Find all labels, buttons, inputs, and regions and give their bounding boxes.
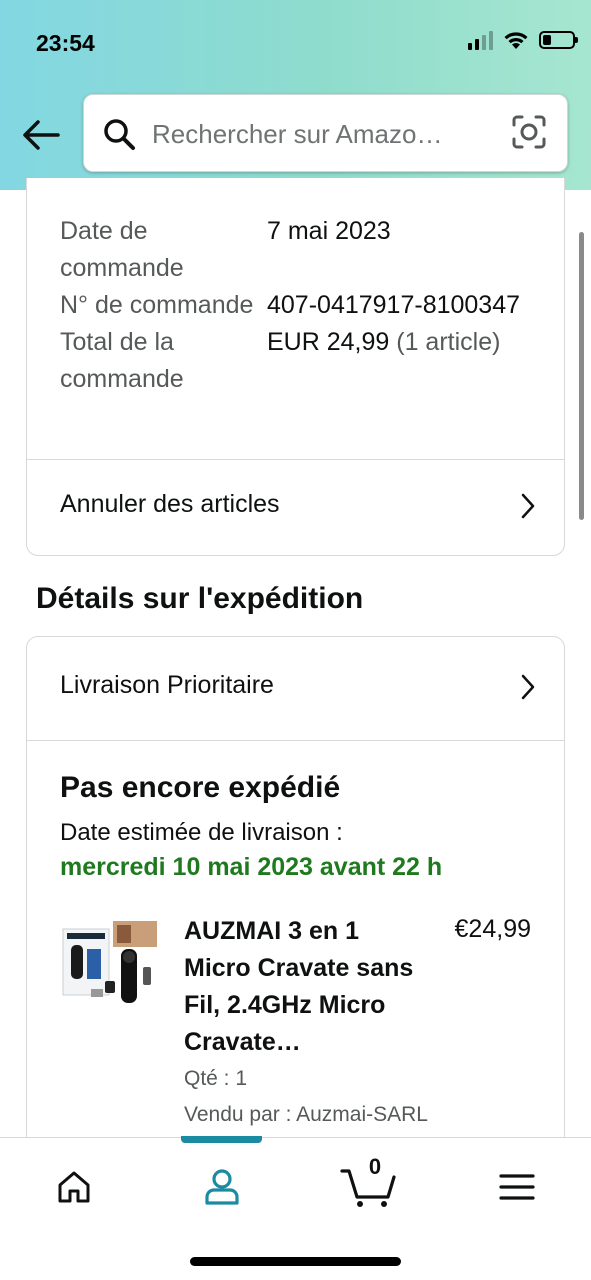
order-total-label: Total de la commande <box>60 328 184 393</box>
hamburger-menu-icon <box>499 1174 535 1200</box>
home-icon <box>58 1171 90 1203</box>
active-tab-indicator <box>181 1136 262 1143</box>
header: 23:54 Rechercher sur Amazo… <box>0 0 591 190</box>
product-title[interactable]: AUZMAI 3 en 1 Micro Cravate sans Fil, 2.… <box>184 913 414 1061</box>
shipping-method-label: Livraison Prioritaire <box>60 671 274 699</box>
tab-cart[interactable]: 0 <box>338 1154 400 1212</box>
order-number-label: N° de commande <box>60 291 254 319</box>
order-number-value: 407-0417917-8100347 <box>267 291 521 319</box>
camera-search-icon[interactable] <box>511 114 547 150</box>
tab-profile[interactable] <box>192 1162 252 1212</box>
status-icons <box>468 30 578 50</box>
shipment-status: Pas encore expédié <box>60 771 341 804</box>
cancel-items-label: Annuler des articles <box>60 490 280 518</box>
product-quantity: Qté : 1 <box>184 1067 248 1090</box>
order-date-label: Date de commande <box>60 217 184 282</box>
search-icon <box>104 119 135 150</box>
cart-count-badge: 0 <box>368 1154 382 1179</box>
bottom-tab-bar: 0 <box>0 1136 591 1280</box>
search-bar[interactable]: Rechercher sur Amazo… <box>83 94 568 172</box>
divider <box>27 740 564 741</box>
user-icon <box>205 1169 239 1205</box>
order-number-row: N° de commande 407-0417917-8100347 <box>60 287 550 324</box>
shipping-card: Livraison Prioritaire Pas encore expédié… <box>26 636 565 1196</box>
order-total-value: EUR 24,99 (1 article) <box>267 328 501 356</box>
estimated-delivery-label: Date estimée de livraison : <box>60 819 343 846</box>
scrollbar[interactable] <box>579 232 584 520</box>
order-date-row: Date de commande 7 mai 2023 <box>60 213 550 287</box>
order-item-count: (1 article) <box>389 328 501 356</box>
back-button[interactable] <box>20 112 62 158</box>
chevron-right-icon <box>521 493 535 519</box>
shipping-method-link[interactable]: Livraison Prioritaire <box>27 641 564 735</box>
home-indicator <box>190 1257 401 1266</box>
status-time: 23:54 <box>36 30 95 56</box>
product-price: €24,99 <box>454 915 531 943</box>
order-total-row: Total de la commande EUR 24,99 (1 articl… <box>60 324 550 398</box>
arrow-left-icon <box>23 120 60 150</box>
product-image[interactable] <box>61 919 161 1011</box>
cancel-items-link[interactable]: Annuler des articles <box>27 460 564 554</box>
shipping-section-title: Détails sur l'expédition <box>36 582 364 615</box>
battery-icon <box>539 31 578 49</box>
tab-menu[interactable] <box>487 1162 547 1212</box>
search-input[interactable]: Rechercher sur Amazo… <box>152 119 482 150</box>
order-info-grid: Date de commande 7 mai 2023 N° de comman… <box>60 213 550 398</box>
order-date-value: 7 mai 2023 <box>267 217 391 245</box>
chevron-right-icon <box>521 674 535 700</box>
product-seller: Vendu par : Auzmai-SARL <box>184 1103 428 1126</box>
estimated-delivery-date: mercredi 10 mai 2023 avant 22 h <box>60 853 443 881</box>
signal-icon <box>468 30 493 50</box>
tab-home[interactable] <box>44 1162 104 1212</box>
order-info-card: Date de commande 7 mai 2023 N° de comman… <box>26 178 565 556</box>
wifi-icon <box>504 32 528 49</box>
